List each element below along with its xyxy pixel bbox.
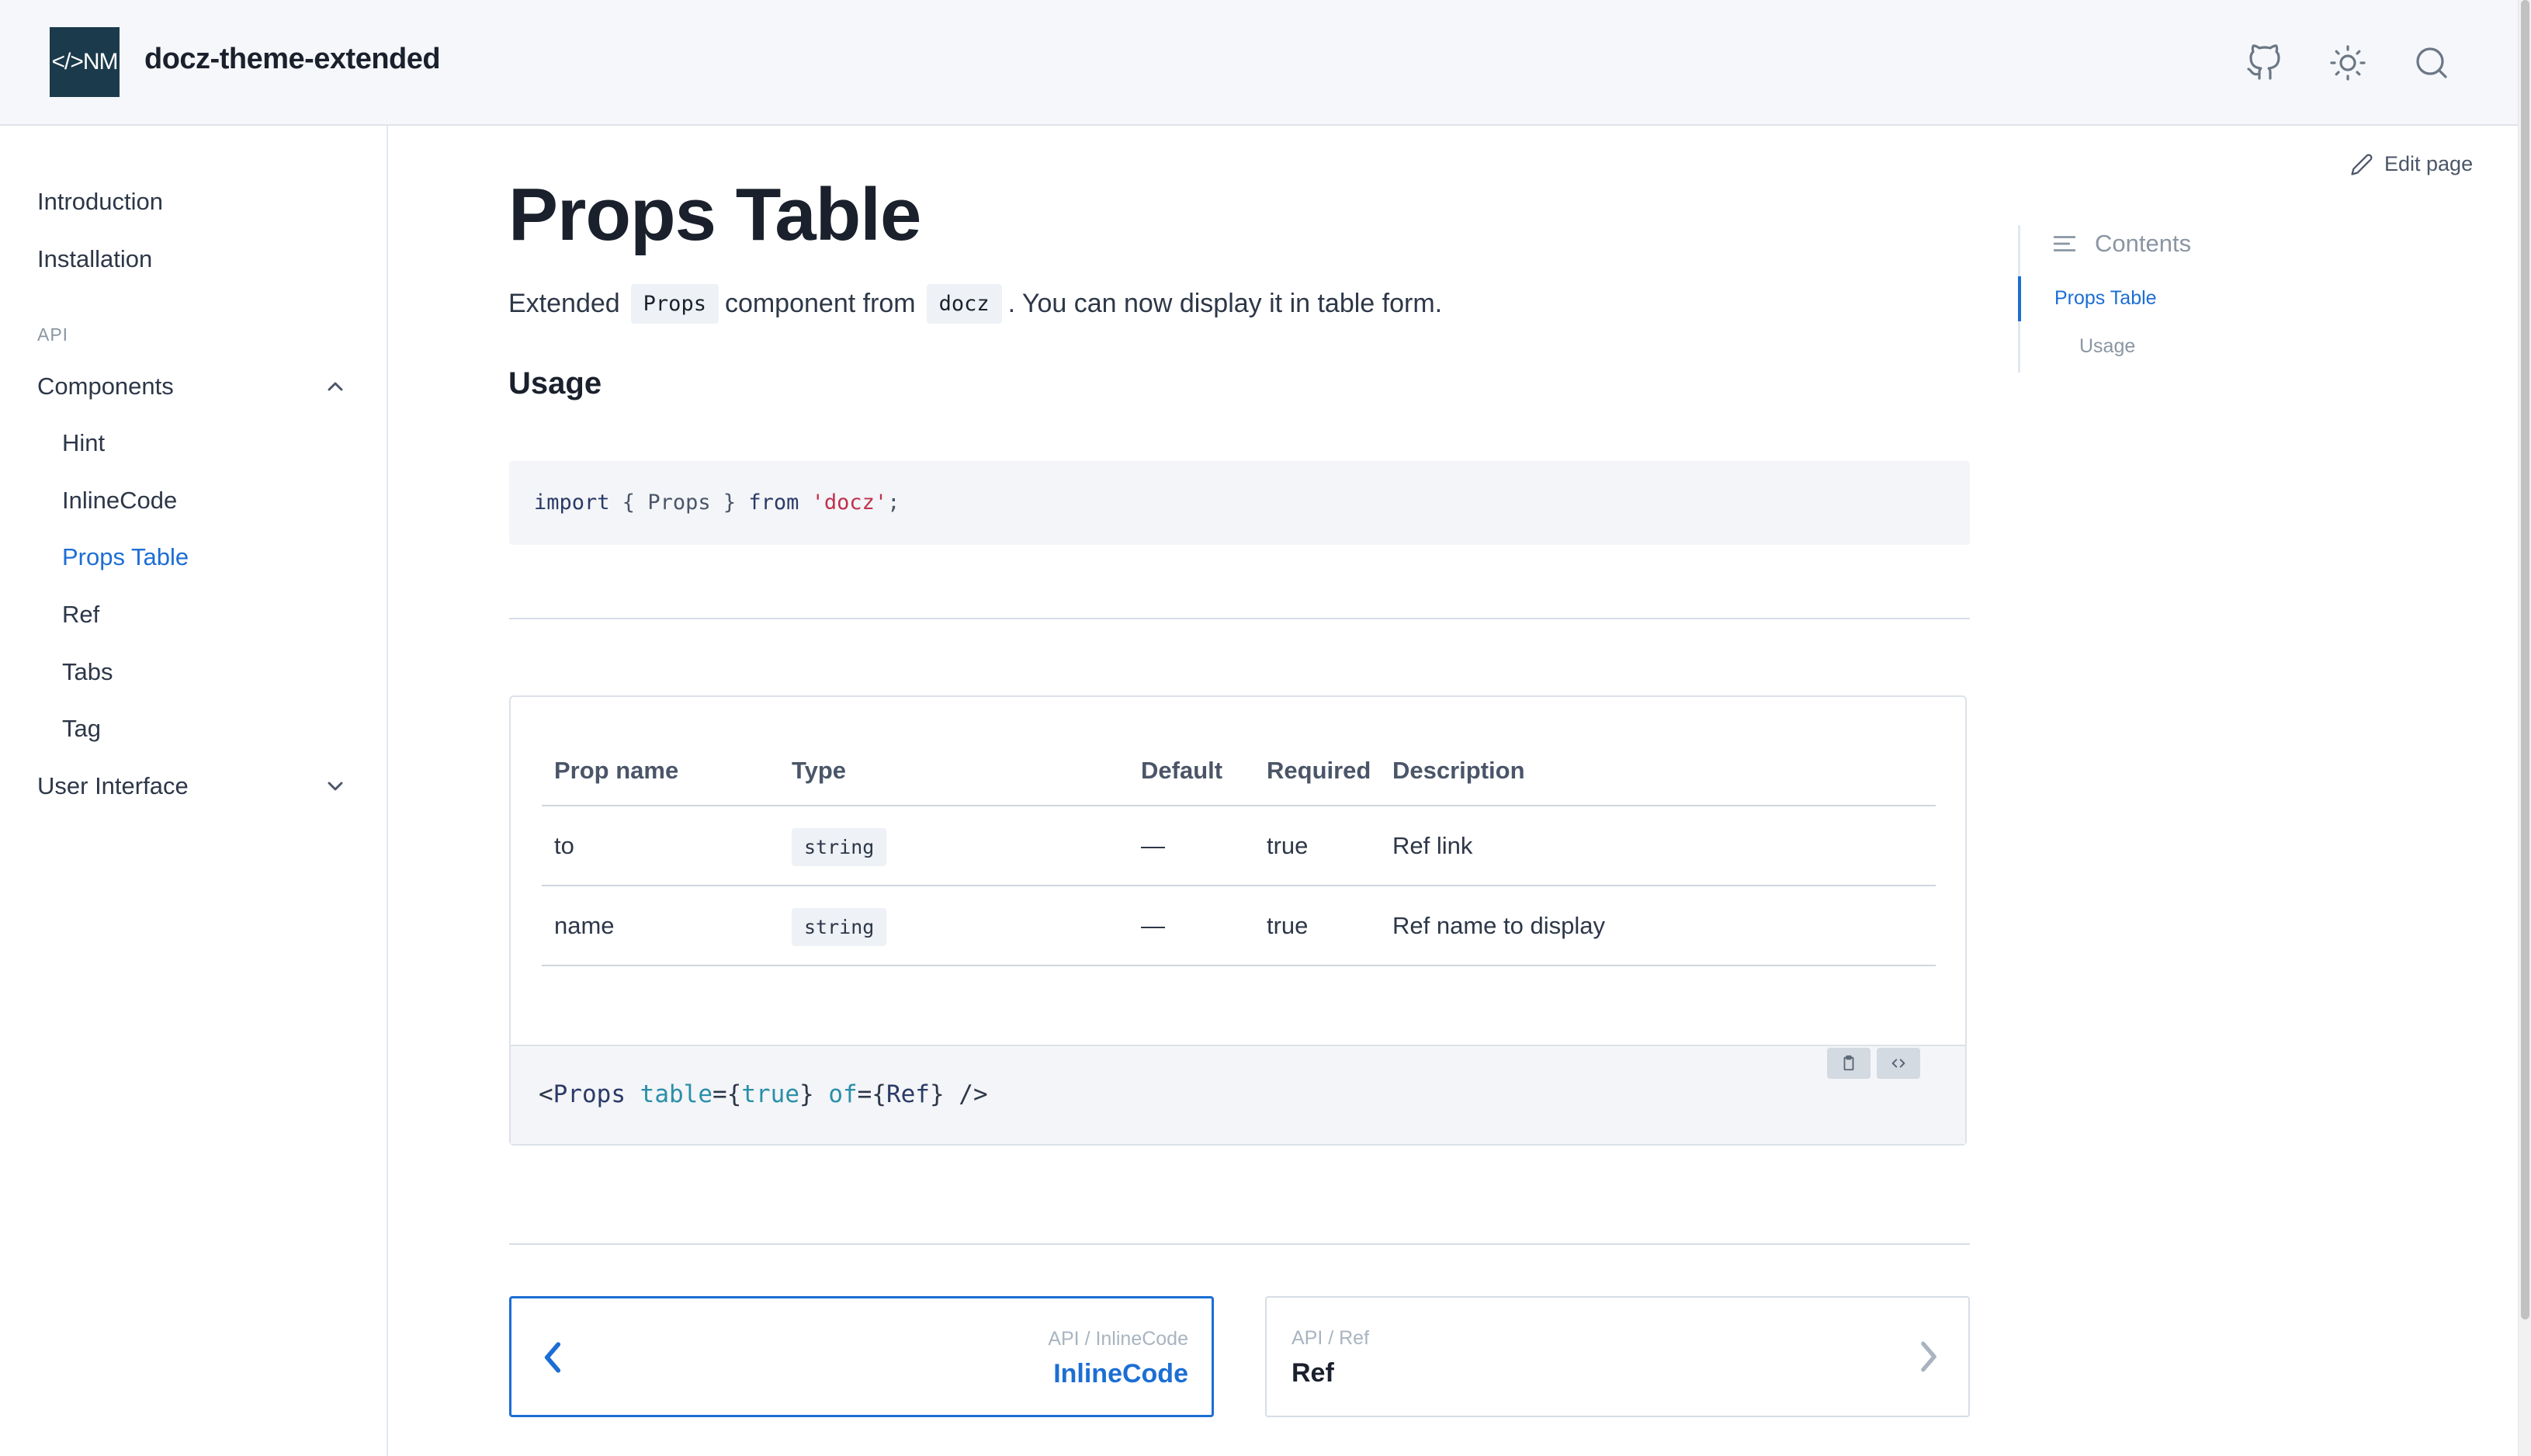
- table-of-contents: Contents Props Table Usage: [2018, 225, 2453, 373]
- prop-type-cell: string: [779, 886, 1129, 966]
- edit-page-label: Edit page: [2384, 152, 2474, 175]
- prop-required-cell: true: [1254, 886, 1380, 966]
- prop-default-cell: —: [1129, 806, 1254, 886]
- chevron-up-icon[interactable]: [323, 374, 348, 399]
- page-scrollbar[interactable]: [2518, 0, 2531, 1456]
- pager-prev-link[interactable]: API / InlineCode InlineCode: [509, 1296, 1214, 1417]
- table-row: to string — true Ref link: [542, 806, 1936, 886]
- prop-name-cell: name: [542, 886, 779, 966]
- table-row: name string — true Ref name to display: [542, 886, 1936, 966]
- column-header: Type: [779, 736, 1129, 806]
- sidebar-item-introduction[interactable]: Introduction: [37, 188, 163, 216]
- pencil-icon: [2351, 154, 2373, 175]
- toc-active-indicator: [2018, 276, 2021, 321]
- menu-lines-icon: [2053, 236, 2076, 251]
- toc-heading: Contents: [2051, 230, 2191, 258]
- usage-code-block: import { Props } from 'docz';: [509, 461, 1970, 545]
- pager-next-link[interactable]: API / Ref Ref: [1265, 1296, 1970, 1417]
- scrollbar-thumb[interactable]: [2521, 0, 2529, 1319]
- code-attr-table: table: [640, 1080, 712, 1108]
- code-eq: ={: [712, 1080, 742, 1108]
- sidebar: Introduction Installation API Components…: [0, 126, 388, 1456]
- prop-type-cell: string: [779, 806, 1129, 886]
- column-header: Prop name: [542, 736, 779, 806]
- pager-prev-path: API / InlineCode: [1048, 1328, 1188, 1350]
- code-keyword-import: import: [534, 491, 610, 515]
- sidebar-section-api: API: [37, 324, 69, 345]
- usage-heading: Usage: [508, 366, 602, 400]
- toggle-code-button[interactable]: [1877, 1048, 1920, 1079]
- sidebar-item-tabs[interactable]: Tabs: [62, 658, 113, 686]
- copy-code-button[interactable]: [1827, 1048, 1871, 1079]
- divider: [509, 618, 1970, 619]
- code-semicolon: ;: [887, 491, 900, 515]
- chevron-left-icon: [544, 1342, 561, 1373]
- sidebar-group-components[interactable]: Components: [37, 373, 174, 400]
- column-header: Default: [1129, 736, 1254, 806]
- column-header: Required: [1254, 736, 1380, 806]
- type-pill: string: [792, 827, 887, 866]
- code-attr-of: of: [828, 1080, 858, 1108]
- code-module-string: 'docz': [811, 491, 888, 515]
- code-icon: [1891, 1059, 1905, 1068]
- github-icon[interactable]: [2243, 42, 2285, 84]
- inline-code-docz: docz: [926, 284, 1002, 324]
- sidebar-item-installation[interactable]: Installation: [37, 245, 152, 273]
- prop-description-cell: Ref name to display: [1380, 886, 1936, 966]
- intro-text-after: . You can now display it in table form.: [1007, 289, 1443, 318]
- site-logo[interactable]: </>NM: [50, 27, 120, 97]
- divider: [509, 1243, 1970, 1245]
- code-bracket: <: [539, 1080, 553, 1108]
- intro-paragraph: Extended Props component from docz . You…: [508, 284, 1442, 324]
- inline-code-props: Props: [630, 284, 719, 324]
- code-eq: ={: [857, 1080, 886, 1108]
- pager-next-path: API / Ref: [1292, 1327, 1370, 1349]
- chevron-right-icon: [1921, 1341, 1936, 1372]
- chevron-down-icon[interactable]: [323, 774, 348, 799]
- sidebar-item-hint[interactable]: Hint: [62, 429, 105, 457]
- code-braces: { Props }: [609, 491, 749, 515]
- prop-default-cell: —: [1129, 886, 1254, 966]
- intro-text-middle: component from: [724, 289, 916, 318]
- table-header-row: Prop name Type Default Required Descript…: [542, 736, 1936, 806]
- sidebar-item-tag[interactable]: Tag: [62, 715, 101, 743]
- prop-name-cell: to: [542, 806, 779, 886]
- clipboard-icon: [1843, 1055, 1854, 1071]
- pager-prev-title: InlineCode: [1053, 1359, 1188, 1388]
- sidebar-item-ref[interactable]: Ref: [62, 601, 99, 629]
- pager-next-title: Ref: [1292, 1358, 1334, 1388]
- toc-link-usage[interactable]: Usage: [2079, 335, 2135, 358]
- prop-description-cell: Ref link: [1380, 806, 1936, 886]
- type-pill: string: [792, 907, 887, 946]
- toc-heading-label: Contents: [2095, 230, 2192, 257]
- code-val-true: true: [741, 1080, 799, 1108]
- live-code-editor[interactable]: <Props table={true} of={Ref} />: [511, 1045, 1965, 1144]
- toc-link-props-table[interactable]: Props Table: [2054, 287, 2157, 310]
- top-header: </>NM docz-theme-extended: [0, 0, 2518, 126]
- edit-page-link[interactable]: Edit page: [2350, 152, 2473, 176]
- site-title[interactable]: docz-theme-extended: [144, 43, 441, 76]
- code-close: } />: [929, 1080, 988, 1108]
- sun-icon[interactable]: [2327, 42, 2369, 84]
- sidebar-item-props-table[interactable]: Props Table: [62, 543, 189, 571]
- intro-text-before: Extended: [508, 289, 620, 318]
- code-val-ref: Ref: [886, 1080, 930, 1108]
- page-title: Props Table: [508, 173, 921, 256]
- sidebar-group-user-interface[interactable]: User Interface: [37, 772, 189, 800]
- search-icon[interactable]: [2411, 42, 2453, 84]
- code-keyword-from: from: [748, 491, 799, 515]
- props-table: Prop name Type Default Required Descript…: [542, 736, 1936, 966]
- prop-required-cell: true: [1254, 806, 1380, 886]
- code-tag-name: Props: [553, 1080, 626, 1108]
- props-playground: Prop name Type Default Required Descript…: [509, 695, 1967, 1146]
- code-close: }: [799, 1080, 829, 1108]
- column-header: Description: [1380, 736, 1936, 806]
- sidebar-item-inlinecode[interactable]: InlineCode: [62, 487, 177, 515]
